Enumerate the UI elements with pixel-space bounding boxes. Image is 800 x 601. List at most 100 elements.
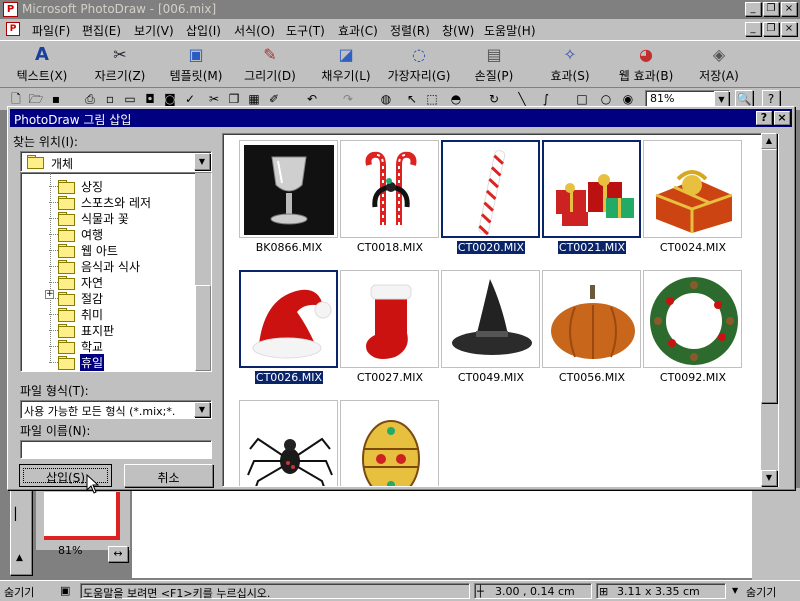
minimize-button[interactable]: _ [745, 2, 761, 16]
chevron-down-icon[interactable]: ▼ [194, 402, 210, 417]
cancel-button[interactable]: 취소 [124, 464, 213, 487]
print-icon[interactable]: ⎙ [82, 91, 98, 107]
menu-insert[interactable]: 삽입(I) [186, 22, 221, 39]
ellipse-icon[interactable]: ○ [598, 91, 614, 107]
scroll-down-icon[interactable]: ▼ [761, 470, 777, 486]
menu-help[interactable]: 도움말(H) [484, 22, 536, 39]
crop-button[interactable]: ✂ 자르기(Z) [86, 43, 154, 87]
doc-restore-button[interactable]: ❐ [763, 22, 779, 36]
open-icon[interactable]: 🗁 [28, 91, 44, 107]
hide-left-label[interactable]: 숨기기 [4, 584, 34, 600]
dialog-close-button[interactable]: × [774, 111, 790, 125]
undo-icon[interactable]: ↶ [304, 91, 320, 107]
tree-scrollbar[interactable] [195, 173, 211, 371]
curve-icon[interactable]: ∫ [538, 91, 554, 107]
chevron-down-icon[interactable]: ▼ [194, 153, 210, 170]
menu-window[interactable]: 창(W) [442, 22, 474, 39]
document-icon[interactable]: P [6, 22, 20, 36]
pointer-icon[interactable]: ↖ [404, 91, 420, 107]
gallery-scroll-thumb[interactable] [761, 149, 777, 403]
menu-view[interactable]: 보기(V) [134, 22, 174, 39]
picture-tile[interactable] [340, 270, 439, 368]
effects-button[interactable]: ✧ 효과(S) [538, 43, 602, 87]
fit-width-icon[interactable]: ↔ [108, 546, 128, 562]
edge-button[interactable]: ◌ 가장자리(G) [382, 43, 456, 87]
picture-filename[interactable]: BK0866.MIX [239, 241, 339, 254]
scan-icon[interactable]: ▭ [122, 91, 138, 107]
picture-filename[interactable]: CT0024.MIX [643, 241, 743, 254]
file-name-input[interactable] [20, 440, 212, 459]
draw-button[interactable]: ✎ 그리기(D) [236, 43, 304, 87]
picture-filename[interactable]: CT0021.MIX [542, 241, 642, 254]
picture-tile[interactable] [340, 140, 439, 238]
picture-tile[interactable] [542, 140, 641, 238]
panel-toggle-icon[interactable]: ▣ [60, 584, 70, 597]
picture-tile[interactable] [340, 400, 439, 486]
canvas[interactable] [132, 488, 752, 578]
template-button[interactable]: ▣ 템플릿(M) [160, 43, 232, 87]
touchup-button[interactable]: ▤ 손질(P) [462, 43, 526, 87]
menu-file[interactable]: 파일(F) [32, 22, 70, 39]
doc-minimize-button[interactable]: _ [745, 22, 761, 36]
chevron-down-icon[interactable]: ▼ [732, 586, 738, 595]
file-type-select[interactable]: 사용 가능한 모든 형식 (*.mix;*. ▼ [20, 400, 212, 419]
hide-right-label[interactable]: 숨기기 [746, 584, 776, 600]
picture-thumbnail[interactable] [44, 492, 120, 540]
lookin-select[interactable]: 개체 ▼ [20, 151, 212, 172]
maximize-button[interactable]: ❐ [763, 2, 779, 16]
select-area-icon[interactable]: ⬚ [424, 91, 440, 107]
photodraw-app-icon[interactable]: P [3, 2, 18, 17]
spelling-icon[interactable]: ✓ [182, 91, 198, 107]
gallery-scrollbar[interactable]: ▲ ▼ [761, 133, 778, 487]
fill-button[interactable]: ◪ 채우기(L) [312, 43, 380, 87]
tree-scroll-thumb[interactable] [195, 285, 211, 371]
fill-small-icon[interactable]: ◓ [448, 91, 464, 107]
menu-tools[interactable]: 도구(T) [286, 22, 325, 39]
clipart-icon[interactable]: ◙ [162, 91, 178, 107]
autoshape-icon[interactable]: ◉ [620, 91, 636, 107]
picture-filename[interactable]: CT0020.MIX [441, 241, 541, 254]
menu-arrange[interactable]: 정렬(R) [390, 22, 430, 39]
picture-filename[interactable]: CT0026.MIX [239, 371, 339, 384]
picture-filename[interactable]: CT0056.MIX [542, 371, 642, 384]
save-small-icon[interactable]: ▪ [48, 91, 64, 107]
rectangle-icon[interactable]: □ [574, 91, 590, 107]
menu-effects[interactable]: 효과(C) [338, 22, 378, 39]
menu-edit[interactable]: 편집(E) [82, 22, 121, 39]
menu-format[interactable]: 서식(O) [234, 22, 275, 39]
dialog-help-button[interactable]: ? [756, 111, 772, 125]
print-preview-icon[interactable]: ▫ [102, 91, 118, 107]
cut-icon[interactable]: ✂ [206, 91, 222, 107]
picture-tile[interactable] [441, 140, 540, 238]
format-painter-icon[interactable]: ✐ [266, 91, 282, 107]
copy-icon[interactable]: ❐ [226, 91, 242, 107]
picture-tile[interactable] [643, 270, 742, 368]
scroll-up-icon[interactable]: ▲ [16, 553, 23, 563]
close-button[interactable]: × [781, 2, 797, 16]
picture-tile[interactable] [239, 140, 338, 238]
new-icon[interactable]: 🗋 [8, 91, 24, 107]
picture-filename[interactable]: CT0092.MIX [643, 371, 743, 384]
picture-tile[interactable] [441, 270, 540, 368]
picture-filename[interactable]: CT0027.MIX [340, 371, 440, 384]
web-icon[interactable]: ◍ [378, 91, 394, 107]
line-icon[interactable]: ╲ [514, 91, 530, 107]
picture-tile[interactable] [239, 400, 338, 486]
paste-icon[interactable]: ▦ [246, 91, 262, 107]
picture-tile[interactable] [643, 140, 742, 238]
picture-filename[interactable]: CT0049.MIX [441, 371, 541, 384]
picture-tile[interactable] [542, 270, 641, 368]
chevron-down-icon[interactable]: ▼ [714, 91, 729, 107]
camera-icon[interactable]: ◘ [142, 91, 158, 107]
text-button[interactable]: A 텍스트(X) [8, 43, 76, 87]
picture-tile[interactable] [239, 270, 338, 368]
brush-icon[interactable]: ▏ [15, 507, 24, 521]
redo-icon[interactable]: ↷ [340, 91, 356, 107]
web-effects-button[interactable]: ◕ 웹 효과(B) [608, 43, 684, 87]
folder-label: 여행 [81, 228, 104, 242]
rotate-icon[interactable]: ↻ [486, 91, 502, 107]
picture-filename[interactable]: CT0018.MIX [340, 241, 440, 254]
doc-close-button[interactable]: × [781, 22, 797, 36]
save-wizard-button[interactable]: ◈ 저장(A) [690, 43, 748, 87]
scroll-up-icon[interactable]: ▲ [761, 133, 777, 149]
